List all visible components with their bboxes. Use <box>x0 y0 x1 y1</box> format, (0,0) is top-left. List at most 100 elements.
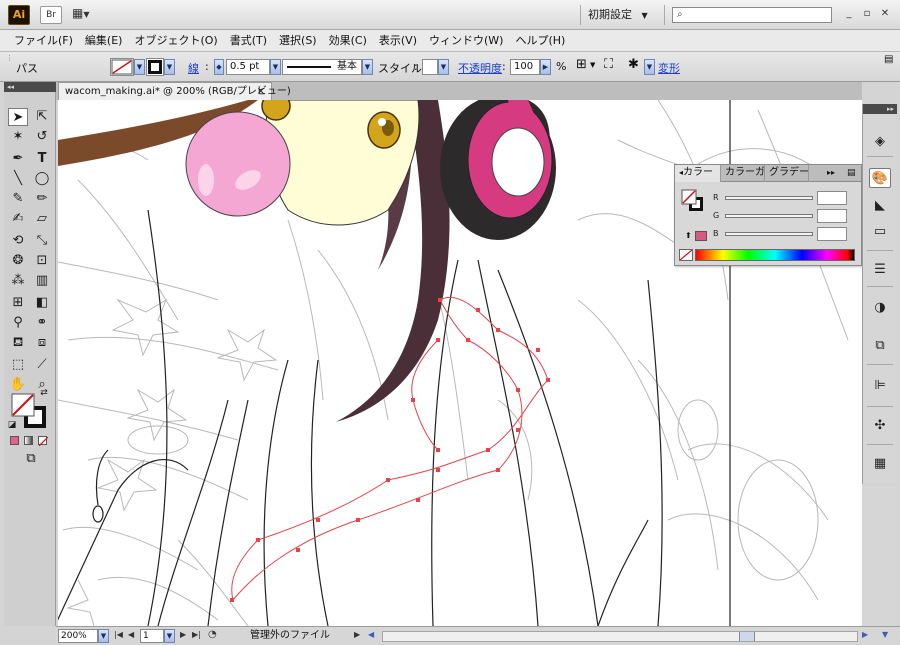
screen-mode-icon[interactable]: ⧉ <box>18 450 44 468</box>
mesh-tool-icon[interactable]: ⊞ <box>8 294 28 312</box>
layers-panel-icon[interactable]: ◈ <box>869 132 891 152</box>
magic-wand-icon[interactable]: ✱ <box>628 57 639 72</box>
direct-selection-tool-icon[interactable]: ⇱ <box>32 108 52 126</box>
menu-type[interactable]: 書式(T) <box>224 30 273 52</box>
ellipse-tool-icon[interactable]: ◯ <box>32 170 52 188</box>
previous-artboard-button[interactable]: ◀ <box>128 630 134 639</box>
magic-wand-tool-icon[interactable]: ✶ <box>8 128 28 146</box>
stroke-weight-field[interactable]: 0.5 pt <box>226 59 270 75</box>
transparency-panel-icon[interactable]: ◑ <box>869 298 891 318</box>
default-fill-stroke-icon[interactable]: ◪ <box>6 420 18 430</box>
document-tab[interactable]: wacom_making.ai* @ 200% (RGB/プレビュー) × <box>58 82 291 100</box>
red-slider[interactable]: R <box>713 191 853 205</box>
color-spectrum-bar[interactable] <box>695 249 855 261</box>
help-search-input[interactable]: ⌕ <box>672 7 832 23</box>
blue-slider[interactable]: B <box>713 227 853 241</box>
menu-edit[interactable]: 編集(E) <box>79 30 129 52</box>
swatches-panel-icon[interactable]: ▦ <box>869 454 891 474</box>
opacity-panel-link[interactable]: 不透明度 <box>458 60 502 76</box>
menu-file[interactable]: ファイル(F) <box>8 30 79 52</box>
last-artboard-button[interactable]: ▶| <box>192 630 201 639</box>
brush-definition-field[interactable]: 基本 <box>282 59 362 75</box>
symbols-panel-icon[interactable]: ✣ <box>869 416 891 436</box>
opacity-field[interactable]: 100 <box>510 59 540 75</box>
line-tool-icon[interactable]: ╲ <box>8 170 28 188</box>
paintbrush-tool-icon[interactable]: ✎ <box>8 190 28 208</box>
none-color-swatch[interactable] <box>679 249 693 261</box>
live-paint-selection-tool-icon[interactable]: ⧈ <box>32 334 52 352</box>
menu-effect[interactable]: 効果(C) <box>323 30 373 52</box>
panel-collapse-icon[interactable]: ▸▸ <box>827 165 835 181</box>
eraser-tool-icon[interactable]: ▱ <box>32 210 52 228</box>
stroke-weight-dropdown[interactable]: ▼ <box>270 59 281 75</box>
horizontal-scrollbar[interactable] <box>382 631 858 642</box>
stroke-panel-link[interactable]: 線 <box>188 60 199 76</box>
color-guide-panel-icon[interactable]: ◣ <box>869 196 891 216</box>
menu-object[interactable]: オブジェクト(O) <box>128 30 223 52</box>
green-slider-track[interactable] <box>725 214 813 218</box>
red-slider-track[interactable] <box>725 196 813 200</box>
scroll-left-button[interactable]: ◀ <box>368 630 374 639</box>
bridge-button[interactable]: Br <box>40 6 62 24</box>
status-menu-arrow-icon[interactable]: ▶ <box>354 630 360 639</box>
stroke-panel-icon[interactable]: ☰ <box>869 260 891 280</box>
opacity-dropdown[interactable]: ▶ <box>540 59 551 75</box>
tab-color[interactable]: ◂カラー <box>675 165 721 182</box>
free-transform-tool-icon[interactable]: ⊡ <box>32 252 52 270</box>
blend-tool-icon[interactable]: ⚭ <box>32 314 52 332</box>
color-panel-icon[interactable]: 🎨 <box>869 168 891 188</box>
tab-gradient[interactable]: グラデーション <box>765 165 809 182</box>
symbol-sprayer-tool-icon[interactable]: ⁂ <box>8 272 28 290</box>
tools-panel-header[interactable]: ◂◂ <box>4 82 56 92</box>
stroke-swatch-button[interactable] <box>146 58 164 76</box>
live-paint-bucket-tool-icon[interactable]: ⛾ <box>8 334 28 352</box>
isolate-group-icon[interactable]: ⛶ <box>604 57 613 72</box>
swap-fill-stroke-icon[interactable]: ⇄ <box>38 388 50 398</box>
arrange-documents-button[interactable]: ▦▼ <box>72 6 102 24</box>
warp-tool-icon[interactable]: ❂ <box>8 252 28 270</box>
first-artboard-button[interactable]: |◀ <box>114 630 123 639</box>
vertical-scrollbar[interactable] <box>862 486 896 626</box>
column-graph-tool-icon[interactable]: ▥ <box>32 272 52 290</box>
gradient-tool-icon[interactable]: ◧ <box>32 294 52 312</box>
version-cue-icon[interactable]: ◔ <box>208 629 217 640</box>
dock-expand-button[interactable]: ▸▸ <box>863 104 897 114</box>
graphic-style-swatch[interactable] <box>422 59 438 75</box>
status-text[interactable]: 管理外のファイル <box>250 629 330 643</box>
transform-panel-link[interactable]: 変形 <box>658 60 680 76</box>
menu-window[interactable]: ウィンドウ(W) <box>423 30 509 52</box>
fill-stroke-indicator[interactable] <box>681 189 705 213</box>
workspace-switcher[interactable]: 初期設定 ▼ <box>588 6 648 24</box>
align-panel-icon[interactable]: ⊫ <box>869 376 891 396</box>
blue-slider-track[interactable] <box>725 232 813 236</box>
last-color-swatch[interactable] <box>695 231 707 241</box>
scroll-right-button[interactable]: ▶ <box>862 630 868 639</box>
control-bar-menu-icon[interactable]: ▤ <box>884 54 893 65</box>
blob-brush-tool-icon[interactable]: ✍ <box>8 210 28 228</box>
color-mode-icon[interactable] <box>10 436 19 445</box>
stroke-dropdown[interactable]: ▼ <box>164 59 175 75</box>
reference-point-icon[interactable]: ⊞ <box>576 57 587 72</box>
scale-tool-icon[interactable]: ⤡ <box>32 232 52 250</box>
out-of-gamut-warning-icon[interactable]: ⬆ <box>685 231 692 240</box>
next-artboard-button[interactable]: ▶ <box>180 630 186 639</box>
close-button[interactable]: ✕ <box>878 7 892 21</box>
blue-value-field[interactable] <box>817 227 847 241</box>
gradient-panel-icon[interactable]: ▭ <box>869 222 891 242</box>
pathfinder-panel-icon[interactable]: ⧉ <box>869 336 891 356</box>
artboard-number-field[interactable]: 1 <box>140 629 164 643</box>
zoom-field[interactable]: 200% <box>58 629 98 643</box>
close-tab-icon[interactable]: × <box>257 83 265 100</box>
minimize-button[interactable]: _ <box>842 7 856 21</box>
panel-menu-icon[interactable]: ▤ <box>847 165 856 181</box>
horizontal-scroll-thumb[interactable] <box>739 632 755 641</box>
rotate-tool-icon[interactable]: ⟲ <box>8 232 28 250</box>
zoom-dropdown[interactable]: ▼ <box>98 629 109 643</box>
maximize-button[interactable]: ▫ <box>860 7 874 21</box>
menu-select[interactable]: 選択(S) <box>273 30 323 52</box>
type-tool-icon[interactable]: T <box>32 150 52 168</box>
graphic-style-dropdown[interactable]: ▼ <box>438 59 449 75</box>
artboard-dropdown[interactable]: ▼ <box>164 629 175 643</box>
gradient-mode-icon[interactable] <box>24 436 33 445</box>
fill-dropdown[interactable]: ▼ <box>134 59 145 75</box>
